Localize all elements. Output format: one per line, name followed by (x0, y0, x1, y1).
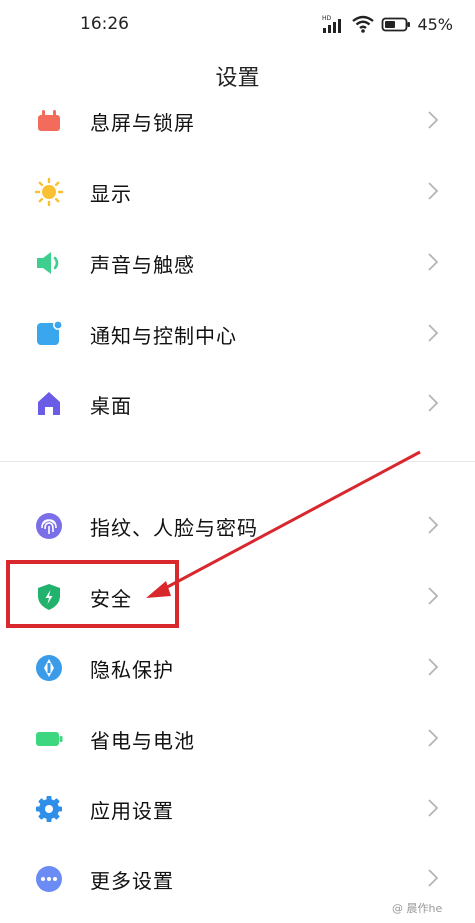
settings-item-label: 隐私保护 (90, 658, 174, 682)
home-icon (38, 392, 60, 415)
status-bar: 16:26 HD 45% (0, 0, 475, 50)
fingerprint-icon (36, 513, 62, 539)
more-icon (36, 866, 62, 892)
speaker-icon (37, 252, 59, 274)
battery-percentage: 45% (417, 14, 453, 34)
privacy-icon (36, 655, 62, 681)
wifi-icon (352, 15, 375, 33)
annotation-highlight-box (6, 560, 179, 628)
section-divider (0, 461, 475, 462)
chevron-right-icon (428, 111, 439, 129)
status-time: 16:26 (80, 14, 129, 34)
chevron-right-icon (428, 729, 439, 747)
battery-status-icon (382, 17, 411, 32)
chevron-right-icon (428, 587, 439, 605)
sun-icon (34, 177, 64, 207)
chevron-right-icon (428, 394, 439, 412)
settings-item-label: 指纹、人脸与密码 (90, 516, 258, 540)
signal-icon: HD (322, 15, 342, 33)
settings-item-desktop[interactable]: 桌面 (0, 370, 475, 434)
settings-item-label: 通知与控制中心 (90, 324, 237, 348)
settings-item-sound[interactable]: 声音与触感 (0, 229, 475, 293)
settings-item-privacy[interactable]: 隐私保护 (0, 634, 475, 698)
settings-item-label: 更多设置 (90, 869, 174, 893)
settings-item-label: 桌面 (90, 394, 132, 418)
chevron-right-icon (428, 253, 439, 271)
settings-item-label: 息屏与锁屏 (90, 111, 195, 135)
chevron-right-icon (428, 869, 439, 887)
settings-item-notifications[interactable]: 通知与控制中心 (0, 300, 475, 364)
notification-icon (37, 320, 63, 345)
chevron-right-icon (428, 324, 439, 342)
settings-item-lock-screen[interactable]: 息屏与锁屏 (0, 87, 475, 151)
watermark: @ 晨作he (392, 902, 443, 915)
gear-icon (36, 796, 62, 822)
settings-item-label: 应用设置 (90, 799, 174, 823)
settings-item-app-settings[interactable]: 应用设置 (0, 775, 475, 839)
battery-icon (36, 732, 63, 746)
status-icons: HD 45% (321, 12, 453, 36)
chevron-right-icon (428, 516, 439, 534)
settings-item-display[interactable]: 显示 (0, 158, 475, 222)
settings-item-battery[interactable]: 省电与电池 (0, 705, 475, 769)
settings-item-label: 显示 (90, 182, 132, 206)
settings-item-label: 声音与触感 (90, 253, 195, 277)
settings-item-fingerprint[interactable]: 指纹、人脸与密码 (0, 492, 475, 556)
settings-item-label: 省电与电池 (90, 729, 195, 753)
chevron-right-icon (428, 799, 439, 817)
chevron-right-icon (428, 658, 439, 676)
chevron-right-icon (428, 182, 439, 200)
network-badge: HD (322, 15, 332, 22)
lock-screen-icon (38, 110, 60, 131)
